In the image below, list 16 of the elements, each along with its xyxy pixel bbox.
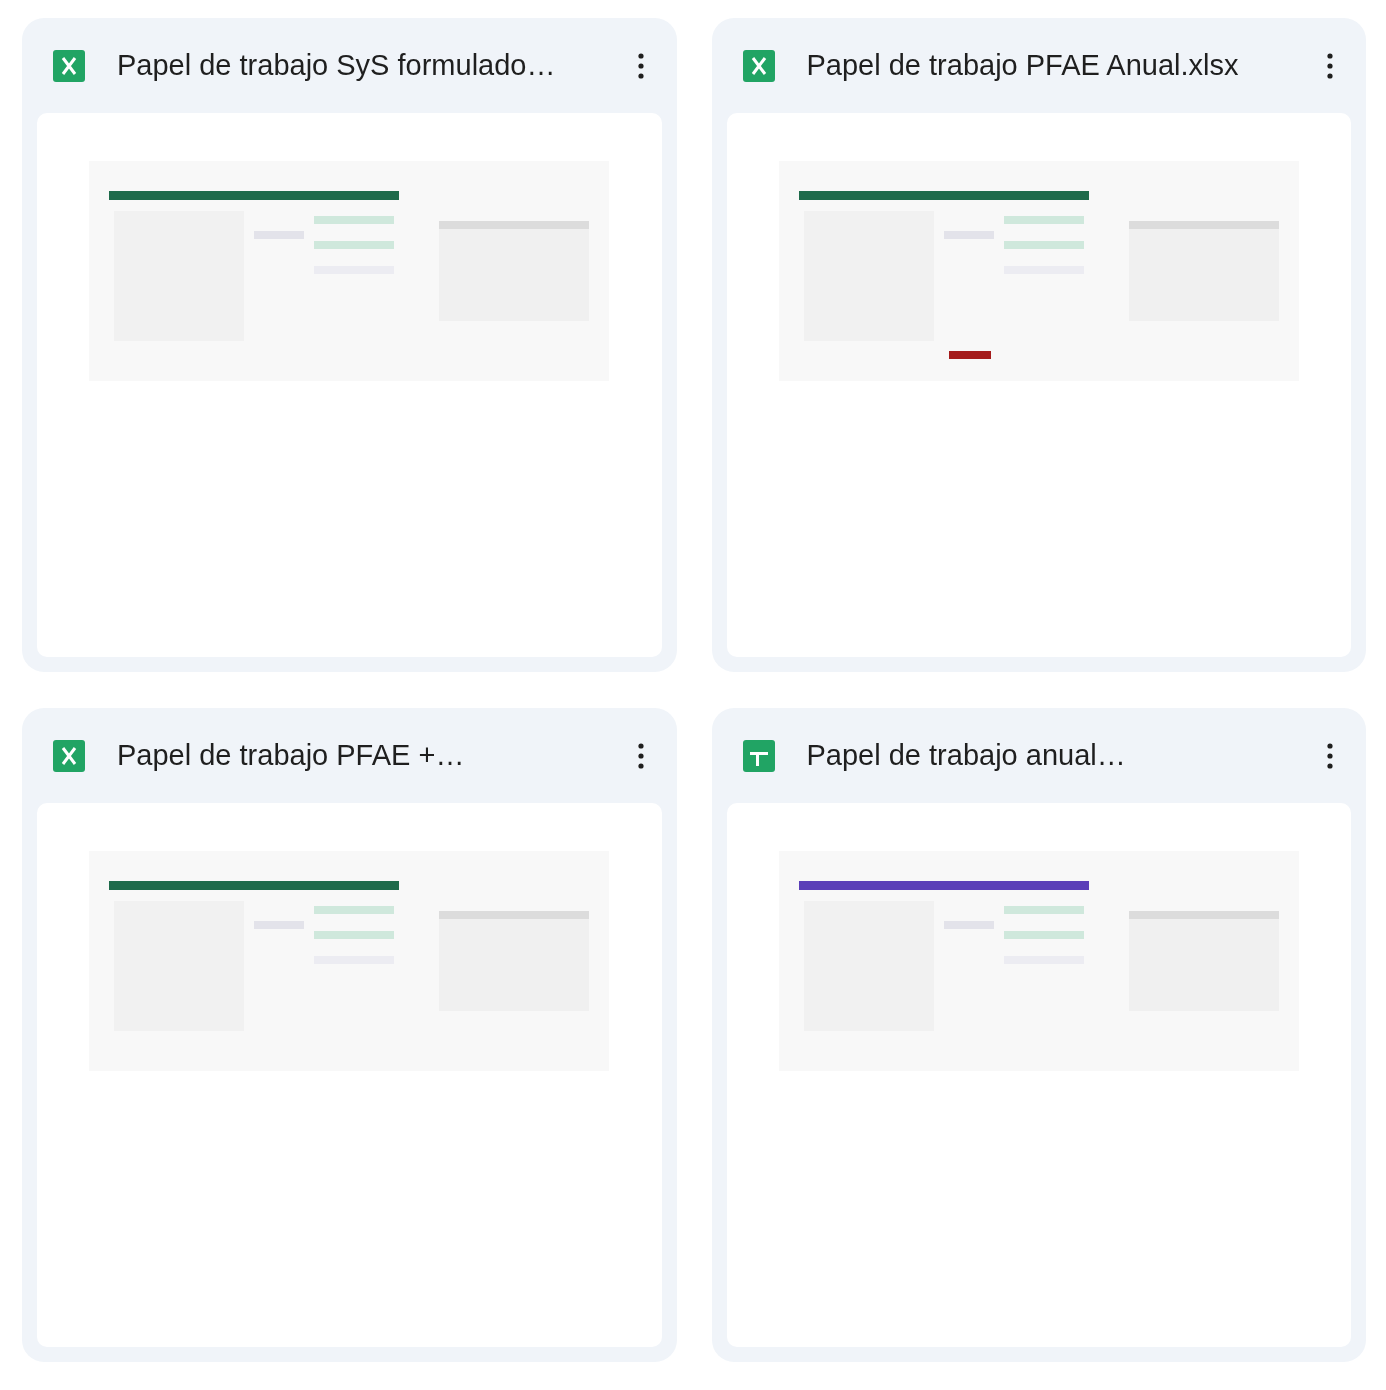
more-vertical-icon [1327, 52, 1333, 79]
more-vertical-icon [637, 52, 644, 79]
file-name: Papel de trabajo anual… [806, 737, 1127, 773]
spreadsheet-icon [742, 49, 775, 82]
file-card[interactable]: Papel de trabajo anual… [711, 708, 1366, 1362]
file-card[interactable]: Papel de trabajo PFAE Anual.xlsx [711, 18, 1366, 672]
spreadsheet-icon [742, 739, 775, 772]
file-name: Papel de trabajo PFAE +… [117, 737, 466, 773]
file-name: Papel de trabajo SyS formulado… [117, 47, 557, 83]
spreadsheet-icon [53, 739, 85, 772]
more-vertical-icon [1327, 742, 1333, 769]
spreadsheet-icon [53, 49, 85, 82]
file-card[interactable]: Papel de trabajo PFAE +… [22, 708, 677, 1362]
file-card[interactable]: Papel de trabajo SyS formulado… [22, 18, 677, 672]
more-vertical-icon [637, 742, 644, 769]
file-name: Papel de trabajo PFAE Anual.xlsx [806, 47, 1240, 83]
